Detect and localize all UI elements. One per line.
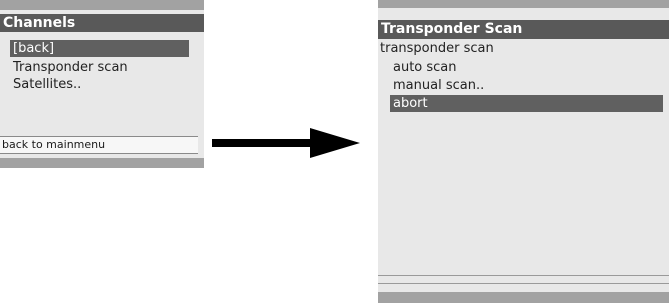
screen-title: Channels [0, 14, 204, 32]
menu-item-auto-scan[interactable]: auto scan [393, 59, 457, 76]
channels-screen: Channels [back] Transponder scan Satelli… [0, 0, 204, 168]
bottom-frame-bar [378, 292, 669, 303]
menu-item-transponder-scan[interactable]: Transponder scan [13, 59, 128, 76]
right-arrow-icon [212, 128, 360, 158]
top-frame-bar [0, 0, 204, 10]
transponder-scan-screen: Transponder Scan transponder scan auto s… [378, 0, 669, 303]
footer-divider [378, 283, 669, 284]
section-label: transponder scan [380, 41, 494, 56]
menu-item-abort[interactable]: abort [390, 95, 663, 112]
footer-divider [378, 275, 669, 276]
screen-title: Transponder Scan [378, 20, 669, 39]
bottom-frame-bar [0, 158, 204, 168]
menu-item-satellites[interactable]: Satellites.. [13, 76, 81, 93]
footer-hint: back to mainmenu [0, 136, 198, 154]
menu-item-back[interactable]: [back] [10, 40, 189, 57]
top-frame-bar [378, 0, 669, 8]
menu-item-manual-scan[interactable]: manual scan.. [393, 77, 484, 94]
